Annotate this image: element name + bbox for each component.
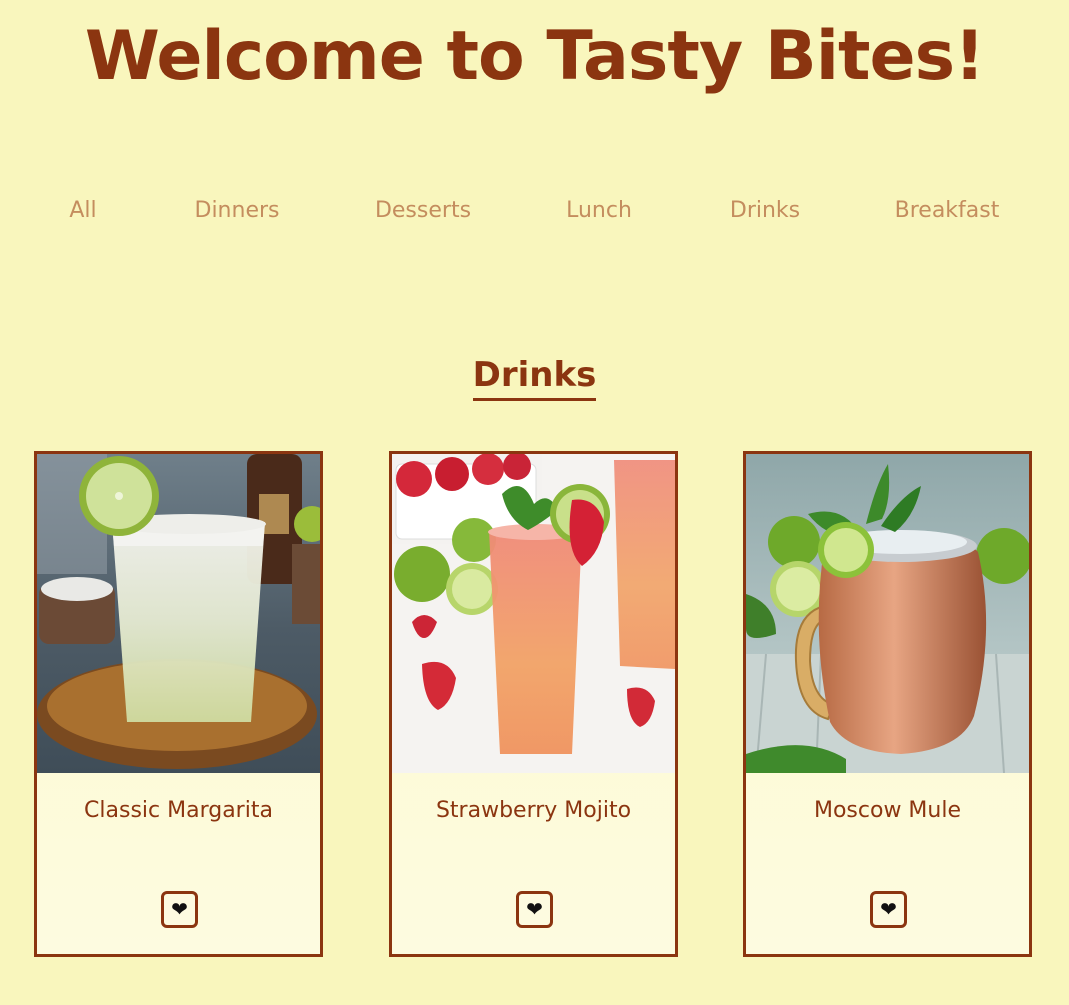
recipe-card-classic-margarita[interactable]: Classic Margarita ❤: [34, 451, 323, 957]
page: Welcome to Tasty Bites! All Dinners Dess…: [0, 0, 1069, 1005]
nav-item-desserts[interactable]: Desserts: [375, 194, 471, 228]
recipe-image-mojito: [392, 454, 675, 773]
heart-icon: ❤: [880, 898, 897, 921]
nav-item-breakfast[interactable]: Breakfast: [895, 194, 1000, 228]
section-heading-text: Drinks: [472, 352, 597, 401]
nav-item-all[interactable]: All: [69, 194, 96, 228]
recipe-title: Strawberry Mojito: [435, 798, 632, 823]
favorite-button[interactable]: ❤: [516, 891, 553, 928]
heart-icon: ❤: [526, 898, 543, 921]
recipe-image-moscow-mule: [746, 454, 1029, 773]
moscow-mule-photo: [746, 454, 1029, 773]
favorite-button[interactable]: ❤: [161, 891, 198, 928]
favorite-button[interactable]: ❤: [870, 891, 907, 928]
nav-item-drinks[interactable]: Drinks: [730, 194, 800, 228]
recipe-card-moscow-mule[interactable]: Moscow Mule ❤: [743, 451, 1032, 957]
heart-icon: ❤: [171, 898, 188, 921]
recipe-title: Moscow Mule: [813, 798, 962, 823]
category-nav: All Dinners Desserts Lunch Drinks Breakf…: [0, 194, 1069, 228]
margarita-photo: [37, 454, 320, 773]
nav-item-lunch[interactable]: Lunch: [566, 194, 632, 228]
recipe-image-margarita: [37, 454, 320, 773]
recipe-title: Classic Margarita: [84, 798, 273, 823]
page-title: Welcome to Tasty Bites!: [84, 17, 985, 96]
nav-item-dinners[interactable]: Dinners: [195, 194, 280, 228]
mojito-photo: [392, 454, 675, 773]
section-heading: Drinks: [0, 352, 1069, 401]
recipe-card-strawberry-mojito[interactable]: Strawberry Mojito ❤: [389, 451, 678, 957]
